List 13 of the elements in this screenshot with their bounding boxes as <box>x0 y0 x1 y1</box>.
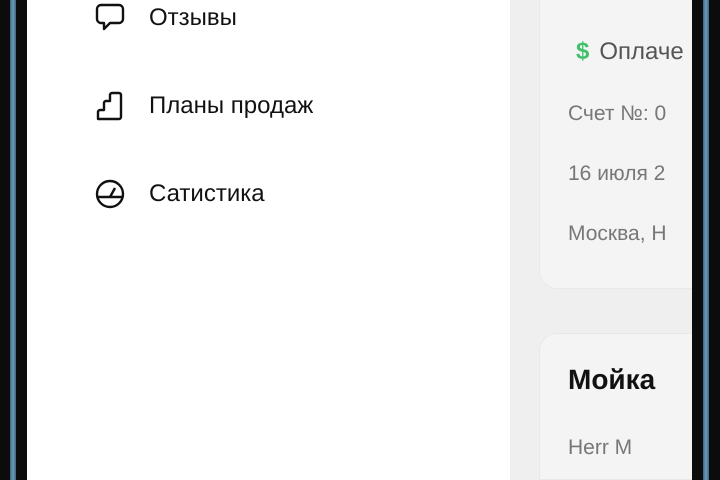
order-card[interactable]: Мойка Herr M <box>539 333 692 480</box>
order-detail: 16 июля 2 <box>568 162 666 186</box>
menu-item[interactable]: Сатистика <box>27 150 510 238</box>
dollar-icon: $ <box>576 38 590 66</box>
order-title: Мойка <box>568 364 656 396</box>
gauge-icon <box>94 178 126 210</box>
payment-status: Оплаче <box>599 38 684 66</box>
order-detail: Herr M <box>568 436 634 460</box>
menu-item[interactable]: Отзывы <box>27 0 510 62</box>
menu-item[interactable]: Планы продаж <box>27 62 510 150</box>
order-detail: Москва, Н <box>568 222 668 246</box>
order-detail: Счет №: 0 <box>568 102 668 126</box>
order-card[interactable]: $ Оплаче Счет №: 0 16 июля 2 Москва, Н <box>539 0 692 289</box>
